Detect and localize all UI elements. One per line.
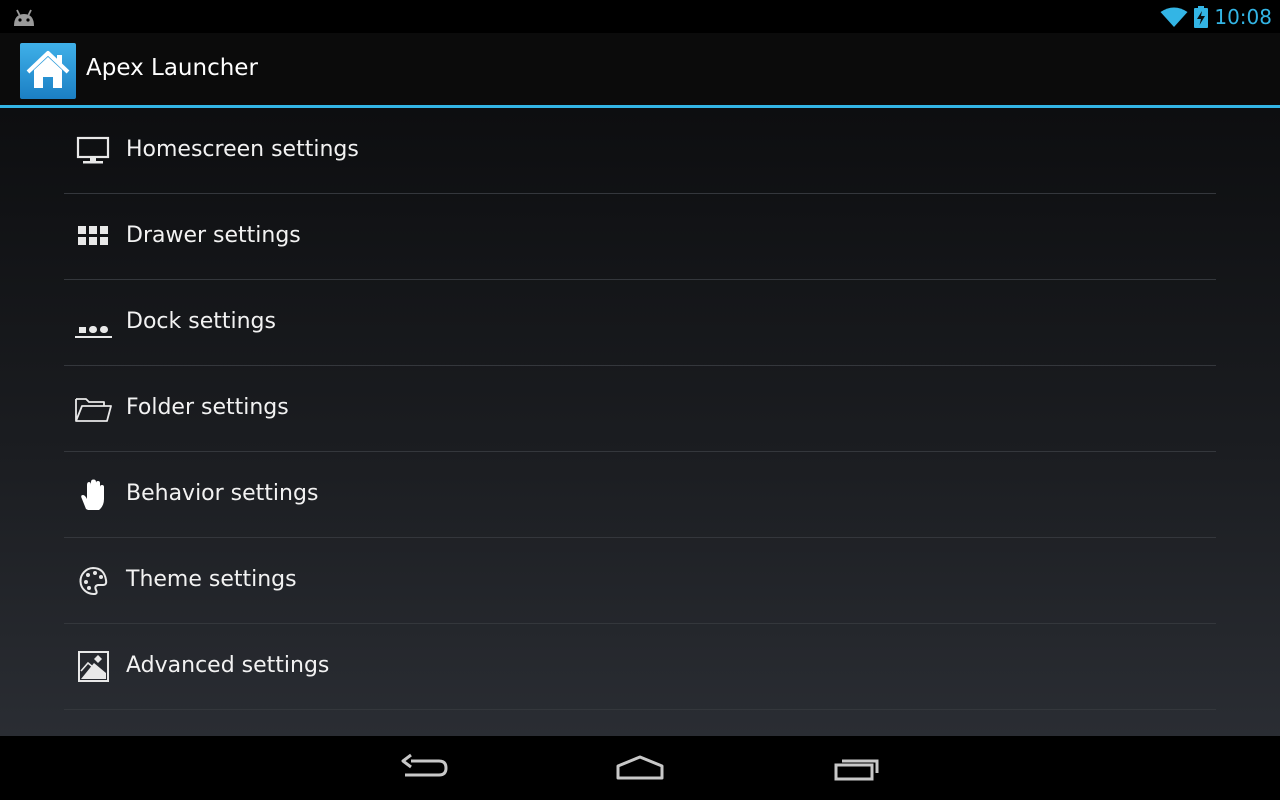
hand-icon — [81, 479, 104, 510]
recent-apps-icon[interactable] — [832, 752, 882, 784]
dock-icon — [75, 326, 112, 338]
settings-item-label: Homescreen settings — [126, 137, 359, 162]
navigation-bar — [0, 736, 1280, 800]
battery-charging-icon — [1194, 5, 1209, 28]
home-icon[interactable] — [20, 43, 76, 99]
settings-item-dock[interactable]: Dock settings — [64, 280, 1216, 366]
monitor-icon — [76, 136, 110, 164]
status-bar: 10:08 — [0, 0, 1280, 33]
settings-list: Homescreen settings Drawer settings Dock… — [64, 108, 1216, 710]
settings-item-advanced[interactable]: Advanced settings — [64, 624, 1216, 710]
app-title: Apex Launcher — [86, 55, 258, 81]
settings-item-label: Dock settings — [126, 309, 276, 334]
settings-item-label: Theme settings — [126, 567, 297, 592]
settings-item-label: Advanced settings — [126, 653, 330, 678]
settings-item-folder[interactable]: Folder settings — [64, 366, 1216, 452]
screen: 10:08 Apex Launcher Homescreen settings … — [0, 0, 1280, 800]
action-bar: Apex Launcher — [0, 33, 1280, 108]
advanced-image-icon — [78, 651, 109, 682]
folder-icon — [75, 398, 112, 422]
android-debug-icon — [14, 9, 34, 26]
settings-item-label: Folder settings — [126, 395, 289, 420]
settings-item-theme[interactable]: Theme settings — [64, 538, 1216, 624]
status-clock: 10:08 — [1214, 4, 1272, 29]
wifi-icon — [1160, 7, 1188, 27]
settings-item-behavior[interactable]: Behavior settings — [64, 452, 1216, 538]
settings-content: Homescreen settings Drawer settings Dock… — [0, 108, 1280, 736]
settings-item-label: Behavior settings — [126, 481, 319, 506]
home-icon[interactable] — [615, 752, 665, 784]
settings-item-homescreen[interactable]: Homescreen settings — [64, 108, 1216, 194]
settings-item-drawer[interactable]: Drawer settings — [64, 194, 1216, 280]
settings-item-label: Drawer settings — [126, 223, 301, 248]
back-icon[interactable] — [399, 752, 449, 784]
palette-icon — [79, 566, 108, 596]
app-grid-icon — [78, 226, 108, 245]
status-icons: 10:08 — [1160, 0, 1272, 33]
